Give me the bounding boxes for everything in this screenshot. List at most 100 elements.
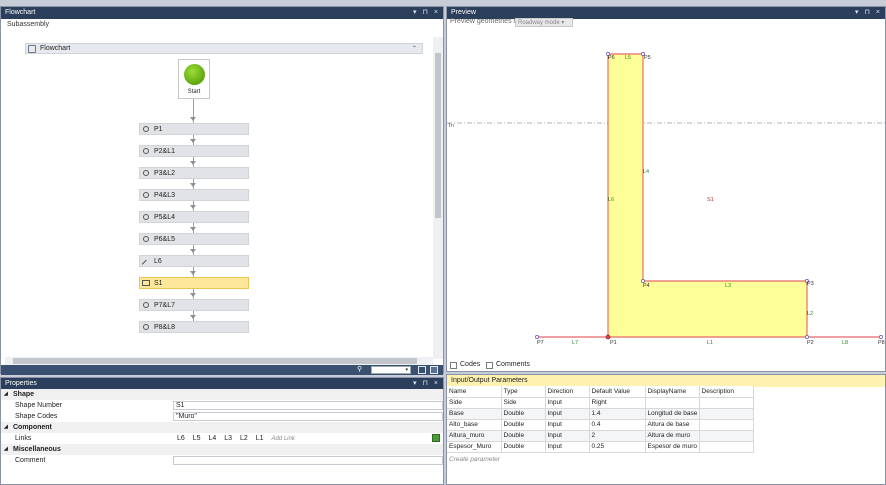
flow-node[interactable]: S1 bbox=[139, 277, 249, 289]
label-l4: L4 bbox=[643, 169, 649, 175]
preview-window-controls[interactable]: ▾ ⊓ × bbox=[855, 7, 882, 19]
link-chip[interactable]: L1 bbox=[256, 433, 264, 444]
table-row[interactable]: Side Side Input Right bbox=[447, 397, 754, 409]
chevron-up-icon[interactable]: ⌃ bbox=[412, 44, 417, 54]
point-p2[interactable] bbox=[805, 335, 809, 339]
flow-node[interactable]: P6&L5 bbox=[139, 233, 249, 245]
flow-node[interactable]: P8&L8 bbox=[139, 321, 249, 333]
codes-checkbox[interactable] bbox=[450, 362, 457, 369]
shape-codes-field[interactable]: "Muro" bbox=[173, 412, 443, 421]
table-cell[interactable] bbox=[699, 397, 754, 409]
category-component-label: Component bbox=[13, 424, 52, 431]
table-cell[interactable]: Longitud de base bbox=[645, 408, 700, 420]
link-chip[interactable]: L5 bbox=[193, 433, 201, 444]
properties-panel: Properties ▾ ⊓ × ◢ Shape Shape Number S1… bbox=[0, 377, 444, 485]
table-cell[interactable]: Base bbox=[447, 408, 502, 420]
flow-arrow bbox=[190, 249, 196, 253]
table-cell[interactable]: Altura de base bbox=[645, 419, 700, 431]
table-cell[interactable] bbox=[699, 441, 754, 453]
flow-node[interactable]: L6 bbox=[139, 255, 249, 269]
flow-node[interactable]: P4&L3 bbox=[139, 189, 249, 201]
flow-arrow bbox=[190, 293, 196, 297]
table-row[interactable]: Espesor_Muro Double Input 0.25 Espesor de mu… bbox=[447, 441, 754, 453]
flow-node[interactable]: P3&L2 bbox=[139, 167, 249, 179]
table-cell[interactable]: Double bbox=[501, 408, 546, 420]
comment-field[interactable] bbox=[173, 456, 443, 465]
point-p8[interactable] bbox=[879, 335, 883, 339]
vertical-scroll-thumb[interactable] bbox=[435, 53, 441, 218]
label-p8: P8 bbox=[878, 340, 885, 346]
table-cell[interactable]: Double bbox=[501, 441, 546, 453]
column-header[interactable]: Default Value bbox=[589, 386, 646, 398]
flowchart-header-label: Flowchart bbox=[40, 45, 71, 52]
collapse-triangle-icon[interactable]: ◢ bbox=[4, 444, 8, 455]
table-row[interactable]: Base Double Input 1.4 Longitud de base bbox=[447, 408, 754, 420]
category-component[interactable]: ◢ Component bbox=[1, 422, 443, 433]
table-cell[interactable]: Right bbox=[589, 397, 646, 409]
table-cell[interactable]: Altura de muro bbox=[645, 430, 700, 442]
table-cell[interactable]: Side bbox=[447, 397, 502, 409]
table-cell[interactable]: Input bbox=[545, 408, 590, 420]
table-cell[interactable] bbox=[699, 430, 754, 442]
horizontal-scrollbar[interactable] bbox=[5, 357, 433, 365]
flowchart-window-controls[interactable]: ▾ ⊓ × bbox=[413, 7, 440, 19]
flow-node-label: P6&L5 bbox=[154, 236, 176, 243]
table-cell[interactable]: Input bbox=[545, 419, 590, 431]
zoom-select[interactable]: ▾ bbox=[371, 366, 411, 374]
shape-number-field[interactable]: S1 bbox=[173, 401, 443, 410]
table-cell[interactable]: 0.4 bbox=[589, 419, 646, 431]
table-cell[interactable]: Altura_muro bbox=[447, 430, 502, 442]
comments-checkbox[interactable] bbox=[486, 362, 493, 369]
flow-node[interactable]: P7&L7 bbox=[139, 299, 249, 311]
category-shape[interactable]: ◢ Shape bbox=[1, 389, 443, 400]
table-cell[interactable]: Espesor_Muro bbox=[447, 441, 502, 453]
preview-mode-select[interactable]: Roadway mode ▾ bbox=[515, 18, 573, 27]
link-chip[interactable]: L3 bbox=[224, 433, 232, 444]
table-cell[interactable]: 0.25 bbox=[589, 441, 646, 453]
table-cell[interactable]: Input bbox=[545, 430, 590, 442]
column-header[interactable]: Direction bbox=[545, 386, 590, 398]
fit-to-window-icon[interactable] bbox=[418, 366, 426, 374]
link-chip[interactable]: L2 bbox=[240, 433, 248, 444]
table-row[interactable]: Altura_muro Double Input 2 Altura de muro bbox=[447, 430, 754, 442]
edit-links-icon[interactable] bbox=[432, 434, 440, 442]
flow-node[interactable]: P5&L4 bbox=[139, 211, 249, 223]
table-cell[interactable] bbox=[645, 397, 700, 409]
category-miscellaneous[interactable]: ◢ Miscellaneous bbox=[1, 444, 443, 455]
table-cell[interactable]: Input bbox=[545, 397, 590, 409]
collapse-triangle-icon[interactable]: ◢ bbox=[4, 422, 8, 433]
flowchart-header[interactable]: Flowchart ⌃ bbox=[25, 43, 423, 54]
table-cell[interactable]: Input bbox=[545, 441, 590, 453]
flow-node[interactable]: P1 bbox=[139, 123, 249, 135]
table-cell[interactable]: Double bbox=[501, 430, 546, 442]
column-header[interactable]: DisplayName bbox=[645, 386, 700, 398]
vertical-scrollbar[interactable] bbox=[433, 37, 443, 359]
table-cell[interactable]: 1.4 bbox=[589, 408, 646, 420]
link-chip[interactable]: L4 bbox=[209, 433, 217, 444]
point-p1[interactable] bbox=[605, 334, 611, 340]
start-node[interactable]: Start bbox=[178, 59, 210, 99]
table-cell[interactable] bbox=[699, 419, 754, 431]
table-cell[interactable]: Double bbox=[501, 419, 546, 431]
column-header[interactable]: Description bbox=[699, 386, 754, 398]
column-header[interactable]: Name bbox=[447, 386, 502, 398]
table-cell[interactable]: 2 bbox=[589, 430, 646, 442]
table-cell[interactable]: Side bbox=[501, 397, 546, 409]
point-p7[interactable] bbox=[535, 335, 539, 339]
table-cell[interactable] bbox=[699, 408, 754, 420]
column-header[interactable]: Type bbox=[501, 386, 546, 398]
table-row[interactable]: Alto_base Double Input 0.4 Altura de base bbox=[447, 419, 754, 431]
collapse-triangle-icon[interactable]: ◢ bbox=[4, 389, 8, 400]
layout-icon[interactable] bbox=[430, 366, 438, 374]
zoom-icon[interactable]: ⚲ bbox=[357, 366, 365, 374]
label-l1: L1 bbox=[707, 340, 713, 346]
table-cell[interactable]: Espesor de muro bbox=[645, 441, 700, 453]
flow-node[interactable]: P2&L1 bbox=[139, 145, 249, 157]
shape-s1[interactable] bbox=[607, 53, 808, 338]
flowchart-canvas[interactable]: Flowchart ⌃ Start P1 P2&L1 P3&L2 P4&L3 P5&L4… bbox=[1, 35, 433, 359]
preview-canvas[interactable]: Tn P1 P2 P3 P4 P5 P6 P7 P8 L1 L2 L3 L4 L… bbox=[447, 29, 885, 357]
link-chip[interactable]: L6 bbox=[177, 433, 185, 444]
create-parameter-button[interactable]: Create parameter bbox=[449, 456, 500, 463]
horizontal-scroll-thumb[interactable] bbox=[13, 358, 417, 364]
table-cell[interactable]: Alto_base bbox=[447, 419, 502, 431]
